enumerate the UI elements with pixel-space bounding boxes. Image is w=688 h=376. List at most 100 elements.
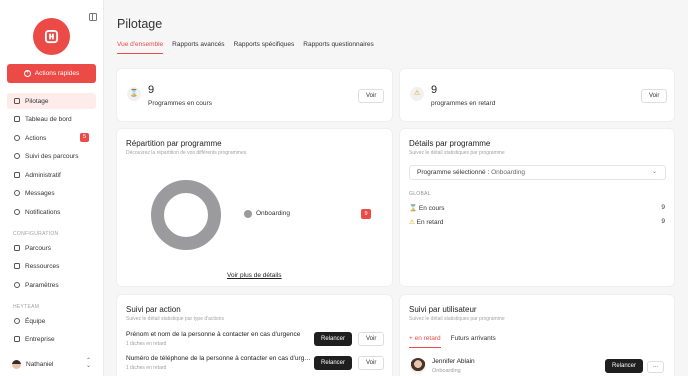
voir-button[interactable]: Voir bbox=[358, 356, 385, 370]
legend-label: Onboarding bbox=[256, 210, 290, 217]
tab-rapports-avances[interactable]: Rapports avancés bbox=[172, 41, 224, 54]
tab-rapports-questionnaires[interactable]: Rapports questionnaires bbox=[303, 41, 373, 54]
chat-icon bbox=[14, 190, 20, 196]
action-subtitle: 1 tâches en retard bbox=[126, 341, 167, 347]
avatar bbox=[12, 359, 21, 369]
sidebar-item-equipe[interactable]: Équipe bbox=[7, 313, 96, 329]
user-menu[interactable]: Nathaniel ⌃ ⌄ bbox=[7, 356, 96, 372]
user-name: Jennifer Ablain bbox=[432, 358, 475, 365]
card-title: Suivi par utilisateur bbox=[409, 305, 477, 314]
user-icon bbox=[14, 318, 20, 324]
home-icon bbox=[14, 98, 20, 104]
voir-plus-de-details-link[interactable]: Voir plus de détails bbox=[227, 272, 282, 279]
action-title: Prénom et nom de la personne à contacter… bbox=[126, 331, 301, 338]
warning-icon: ⚠ bbox=[409, 219, 415, 226]
bell-icon bbox=[14, 209, 20, 215]
tab-en-retard[interactable]: + en retard bbox=[409, 335, 441, 348]
legend-swatch bbox=[244, 210, 252, 218]
plus-circle-icon: + bbox=[23, 70, 31, 77]
sidebar: + Actions rapides Pilotage Tableau de bo… bbox=[0, 0, 104, 376]
quick-actions-label: Actions rapides bbox=[34, 70, 80, 77]
card-title: Répartition par programme bbox=[126, 139, 222, 148]
select-value: Onboarding bbox=[491, 169, 526, 176]
detail-value: 9 bbox=[661, 218, 665, 225]
tab-rapports-specifiques[interactable]: Rapports spécifiques bbox=[234, 41, 295, 54]
sidebar-collapse-icon[interactable] bbox=[89, 13, 97, 21]
card-title: Détails par programme bbox=[409, 139, 491, 148]
gear-icon bbox=[14, 282, 20, 288]
sidebar-item-label: Actions bbox=[25, 134, 47, 142]
detail-row-en-cours: ⌛ En cours bbox=[409, 204, 445, 212]
detail-row-en-retard: ⚠ En retard bbox=[409, 218, 443, 226]
repartition-card: Répartition par programme Découvrez la r… bbox=[117, 129, 392, 286]
more-options-button[interactable]: ... bbox=[647, 361, 664, 373]
card-subtitle: Suivez le détail statistiques par progra… bbox=[409, 150, 505, 156]
chevron-down-icon: ⌄ bbox=[651, 169, 657, 175]
sidebar-item-notifications[interactable]: Notifications bbox=[7, 204, 96, 220]
sidebar-item-tableau-de-bord[interactable]: Tableau de bord bbox=[7, 111, 96, 127]
sidebar-item-suivi-des-parcours[interactable]: Suivi des parcours bbox=[7, 148, 96, 164]
actions-count-badge: 5 bbox=[80, 133, 89, 142]
tab-bar: Vue d'ensemble Rapports avancés Rapports… bbox=[117, 41, 374, 54]
avatar bbox=[410, 358, 426, 374]
sidebar-item-administratif[interactable]: Administratif bbox=[7, 167, 96, 183]
sidebar-item-entreprise[interactable]: Entreprise bbox=[7, 331, 96, 347]
donut-chart bbox=[151, 180, 221, 250]
sidebar-item-parametres[interactable]: Paramètres bbox=[7, 277, 96, 293]
database-icon bbox=[14, 263, 20, 269]
tab-futurs-arrivants[interactable]: Futurs arrivants bbox=[451, 335, 496, 348]
logo[interactable] bbox=[33, 18, 70, 55]
sidebar-item-actions[interactable]: Actions 5 bbox=[7, 130, 96, 146]
sidebar-item-messages[interactable]: Messages bbox=[7, 185, 96, 201]
stat-value: 9 bbox=[431, 84, 438, 96]
user-name: Nathaniel bbox=[26, 360, 54, 368]
sidebar-item-label: Entreprise bbox=[25, 335, 55, 343]
chart-icon bbox=[14, 245, 20, 251]
route-icon bbox=[14, 153, 20, 159]
sidebar-item-label: Suivi des parcours bbox=[25, 152, 79, 160]
heyteam-section-label: HEYTEAM bbox=[13, 304, 40, 310]
stat-label: programmes en retard bbox=[431, 100, 496, 107]
legend-count-badge: 9 bbox=[361, 209, 371, 219]
sidebar-item-ressources[interactable]: Ressources bbox=[7, 258, 96, 274]
suivi-action-card: Suivi par action Suivez le détail statis… bbox=[117, 295, 392, 376]
sidebar-item-label: Parcours bbox=[25, 244, 52, 252]
sidebar-item-label: Messages bbox=[25, 189, 55, 197]
card-title: Suivi par action bbox=[126, 305, 181, 314]
configuration-section-label: CONFIGURATION bbox=[13, 231, 59, 237]
sidebar-item-label: Tableau de bord bbox=[25, 115, 72, 123]
programme-select[interactable]: Programme sélectionné : Onboarding ⌄ bbox=[409, 165, 666, 180]
card-subtitle: Suivez le détail statistiques par progra… bbox=[409, 316, 505, 322]
stat-label: Programmes en cours bbox=[148, 100, 212, 107]
folder-icon bbox=[14, 172, 20, 178]
action-title: Numéro de téléphone de la personne à con… bbox=[126, 355, 311, 362]
detail-value: 9 bbox=[661, 204, 665, 211]
relancer-button[interactable]: Relancer bbox=[605, 359, 644, 373]
relancer-button[interactable]: Relancer bbox=[314, 332, 353, 346]
voir-button[interactable]: Voir bbox=[641, 89, 668, 103]
voir-button[interactable]: Voir bbox=[358, 332, 385, 346]
lightning-icon bbox=[14, 135, 20, 141]
details-card: Détails par programme Suivez le détail s… bbox=[400, 129, 674, 286]
card-subtitle: Découvrez la répartition de vos différen… bbox=[126, 150, 247, 156]
detail-label: En retard bbox=[416, 219, 444, 226]
quick-actions-button[interactable]: + Actions rapides bbox=[7, 64, 96, 83]
voir-button[interactable]: Voir bbox=[358, 89, 385, 103]
sidebar-item-pilotage[interactable]: Pilotage bbox=[7, 93, 96, 109]
page-title: Pilotage bbox=[117, 17, 163, 31]
building-icon bbox=[14, 336, 20, 342]
tab-vue-ensemble[interactable]: Vue d'ensemble bbox=[117, 41, 164, 54]
action-subtitle: 1 tâches en retard bbox=[126, 365, 167, 371]
stat-value: 9 bbox=[148, 84, 155, 96]
sidebar-item-label: Pilotage bbox=[25, 97, 49, 105]
sidebar-item-label: Équipe bbox=[25, 317, 46, 325]
sidebar-item-label: Notifications bbox=[25, 208, 61, 216]
donut-segment-onboarding bbox=[151, 180, 221, 250]
dashboard-icon bbox=[14, 116, 20, 122]
global-section-label: GLOBAL bbox=[409, 191, 431, 197]
sidebar-item-label: Paramètres bbox=[25, 281, 59, 289]
relancer-button[interactable]: Relancer bbox=[314, 356, 353, 370]
sidebar-item-label: Ressources bbox=[25, 262, 60, 270]
sidebar-item-parcours[interactable]: Parcours bbox=[7, 240, 96, 256]
stat-card-en-retard: ⚠ 9 programmes en retard Voir bbox=[400, 69, 674, 121]
